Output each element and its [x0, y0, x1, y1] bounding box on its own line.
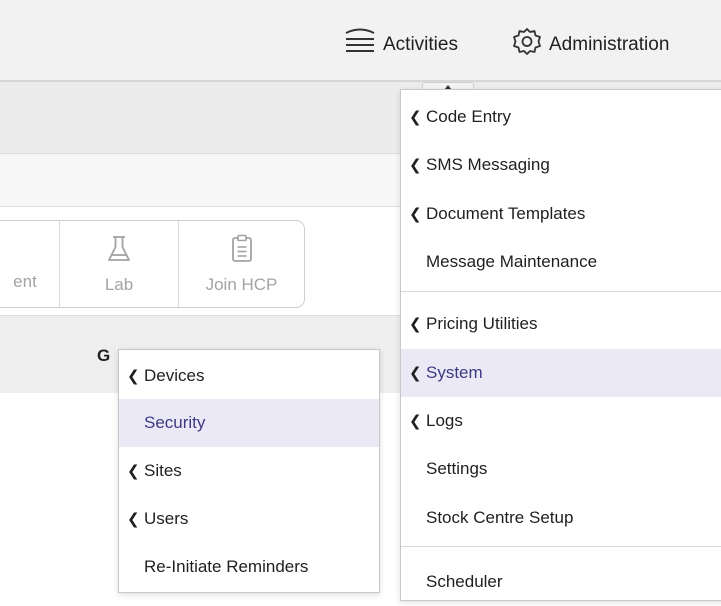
- submenu-item-label: Re-Initiate Reminders: [144, 557, 309, 576]
- join-hcp-button-label: Join HCP: [205, 274, 278, 294]
- menu-divider: [401, 291, 721, 292]
- clipboard-icon: [229, 234, 255, 269]
- activities-label: Activities: [383, 34, 458, 55]
- submenu-item-label: Devices: [144, 366, 205, 385]
- menu-item-stock-centre-setup[interactable]: Stock Centre Setup: [401, 494, 721, 542]
- menu-item-label: Settings: [426, 459, 488, 478]
- submenu-item-label: Security: [144, 413, 206, 432]
- menu-item-label: Message Maintenance: [426, 252, 598, 271]
- lab-button-label: Lab: [104, 274, 134, 294]
- menu-item-label: Logs: [426, 411, 463, 430]
- administration-menu-button[interactable]: Administration: [511, 28, 669, 62]
- flask-icon: [106, 234, 132, 269]
- chevron-left-icon: ❮: [127, 368, 140, 385]
- toolbar-button-partial[interactable]: ent: [0, 221, 60, 307]
- chevron-left-icon: ❮: [409, 316, 422, 333]
- administration-dropdown-menu: ❮ Code Entry ❮ SMS Messaging ❮ Document …: [400, 89, 721, 601]
- submenu-item-sites[interactable]: ❮ Sites: [119, 447, 379, 495]
- activities-menu-button[interactable]: Activities: [343, 28, 458, 62]
- menu-item-label: Document Templates: [426, 204, 586, 223]
- menu-item-system[interactable]: ❮ System: [401, 349, 721, 397]
- menu-item-message-maintenance[interactable]: Message Maintenance: [401, 238, 721, 286]
- join-hcp-button[interactable]: Join HCP: [179, 221, 304, 307]
- action-toolbar: ent Lab Join HCP: [0, 220, 305, 308]
- gear-icon: [511, 26, 549, 64]
- chevron-left-icon: ❮: [409, 109, 422, 126]
- menu-item-label: System: [426, 363, 483, 382]
- menu-item-label: Pricing Utilities: [426, 314, 538, 333]
- menu-item-sms-messaging[interactable]: ❮ SMS Messaging: [401, 141, 721, 189]
- menu-item-label: Scheduler: [426, 572, 503, 591]
- menu-item-label: SMS Messaging: [426, 155, 550, 174]
- chevron-left-icon: ❮: [409, 365, 422, 382]
- column-header-partial: G: [97, 346, 111, 365]
- list-lines-icon: [343, 27, 383, 63]
- menu-item-label: Code Entry: [426, 107, 512, 126]
- submenu-item-users[interactable]: ❮ Users: [119, 495, 379, 543]
- submenu-item-label: Sites: [144, 461, 182, 480]
- menu-item-document-templates[interactable]: ❮ Document Templates: [401, 190, 721, 238]
- menu-item-settings[interactable]: Settings: [401, 445, 721, 493]
- submenu-item-re-initiate-reminders[interactable]: Re-Initiate Reminders: [119, 543, 379, 591]
- chevron-left-icon: ❮: [409, 413, 422, 430]
- menu-item-label: Stock Centre Setup: [426, 508, 574, 527]
- toolbar-button-label: ent: [13, 272, 37, 291]
- menu-item-code-entry[interactable]: ❮ Code Entry: [401, 93, 721, 141]
- chevron-left-icon: ❮: [409, 206, 422, 223]
- submenu-item-devices[interactable]: ❮ Devices: [119, 352, 379, 400]
- menu-item-pricing-utilities[interactable]: ❮ Pricing Utilities: [401, 300, 721, 348]
- chevron-left-icon: ❮: [127, 463, 140, 480]
- submenu-item-security[interactable]: Security: [119, 399, 379, 447]
- chevron-left-icon: ❮: [127, 511, 140, 528]
- menu-divider: [401, 546, 721, 547]
- chevron-left-icon: ❮: [409, 157, 422, 174]
- submenu-item-label: Users: [144, 509, 189, 528]
- system-submenu: ❮ Devices Security ❮ Sites ❮ Users Re-In…: [118, 349, 380, 593]
- menu-item-logs[interactable]: ❮ Logs: [401, 397, 721, 445]
- administration-label: Administration: [549, 34, 670, 55]
- lab-button[interactable]: Lab: [60, 221, 179, 307]
- menu-item-scheduler[interactable]: Scheduler: [401, 558, 721, 606]
